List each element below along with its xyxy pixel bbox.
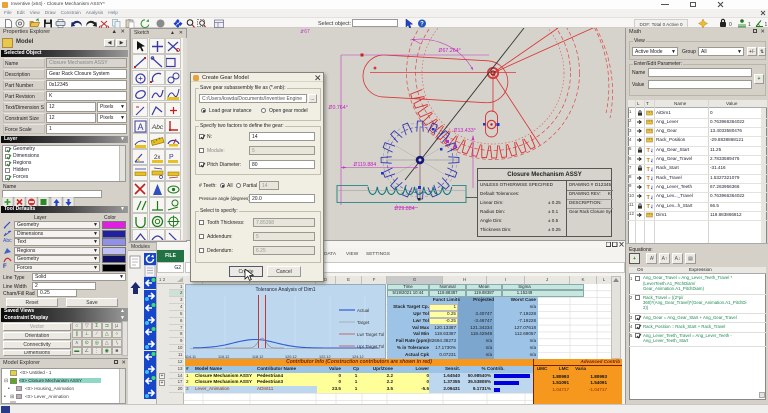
svg-text:⇵29.884: ⇵29.884 (394, 206, 415, 212)
svg-text:T: T (647, 148, 651, 153)
svg-text:A: A (137, 122, 143, 132)
svg-text:P: P (169, 154, 174, 161)
svg-text:Actual: Actual (357, 308, 369, 313)
svg-text:Target: Target (357, 320, 370, 325)
svg-text:⇵0.764°: ⇵0.764° (328, 105, 348, 111)
svg-text:T: T (647, 176, 651, 181)
svg-text:⇵119.884: ⇵119.884 (353, 162, 376, 168)
svg-text:T: T (647, 195, 651, 200)
svg-text:⇵67.264°: ⇵67.264° (438, 48, 461, 54)
svg-text:Abc: Abc (150, 124, 163, 131)
svg-text:T: T (647, 204, 651, 209)
svg-text:T: T (647, 185, 651, 190)
svg-text:⇵67: ⇵67 (300, 29, 310, 35)
svg-text:T: T (647, 167, 651, 172)
svg-text:?: ? (420, 22, 424, 28)
svg-text:⇵13.433°: ⇵13.433° (453, 128, 476, 134)
svg-text:T: T (647, 158, 651, 163)
